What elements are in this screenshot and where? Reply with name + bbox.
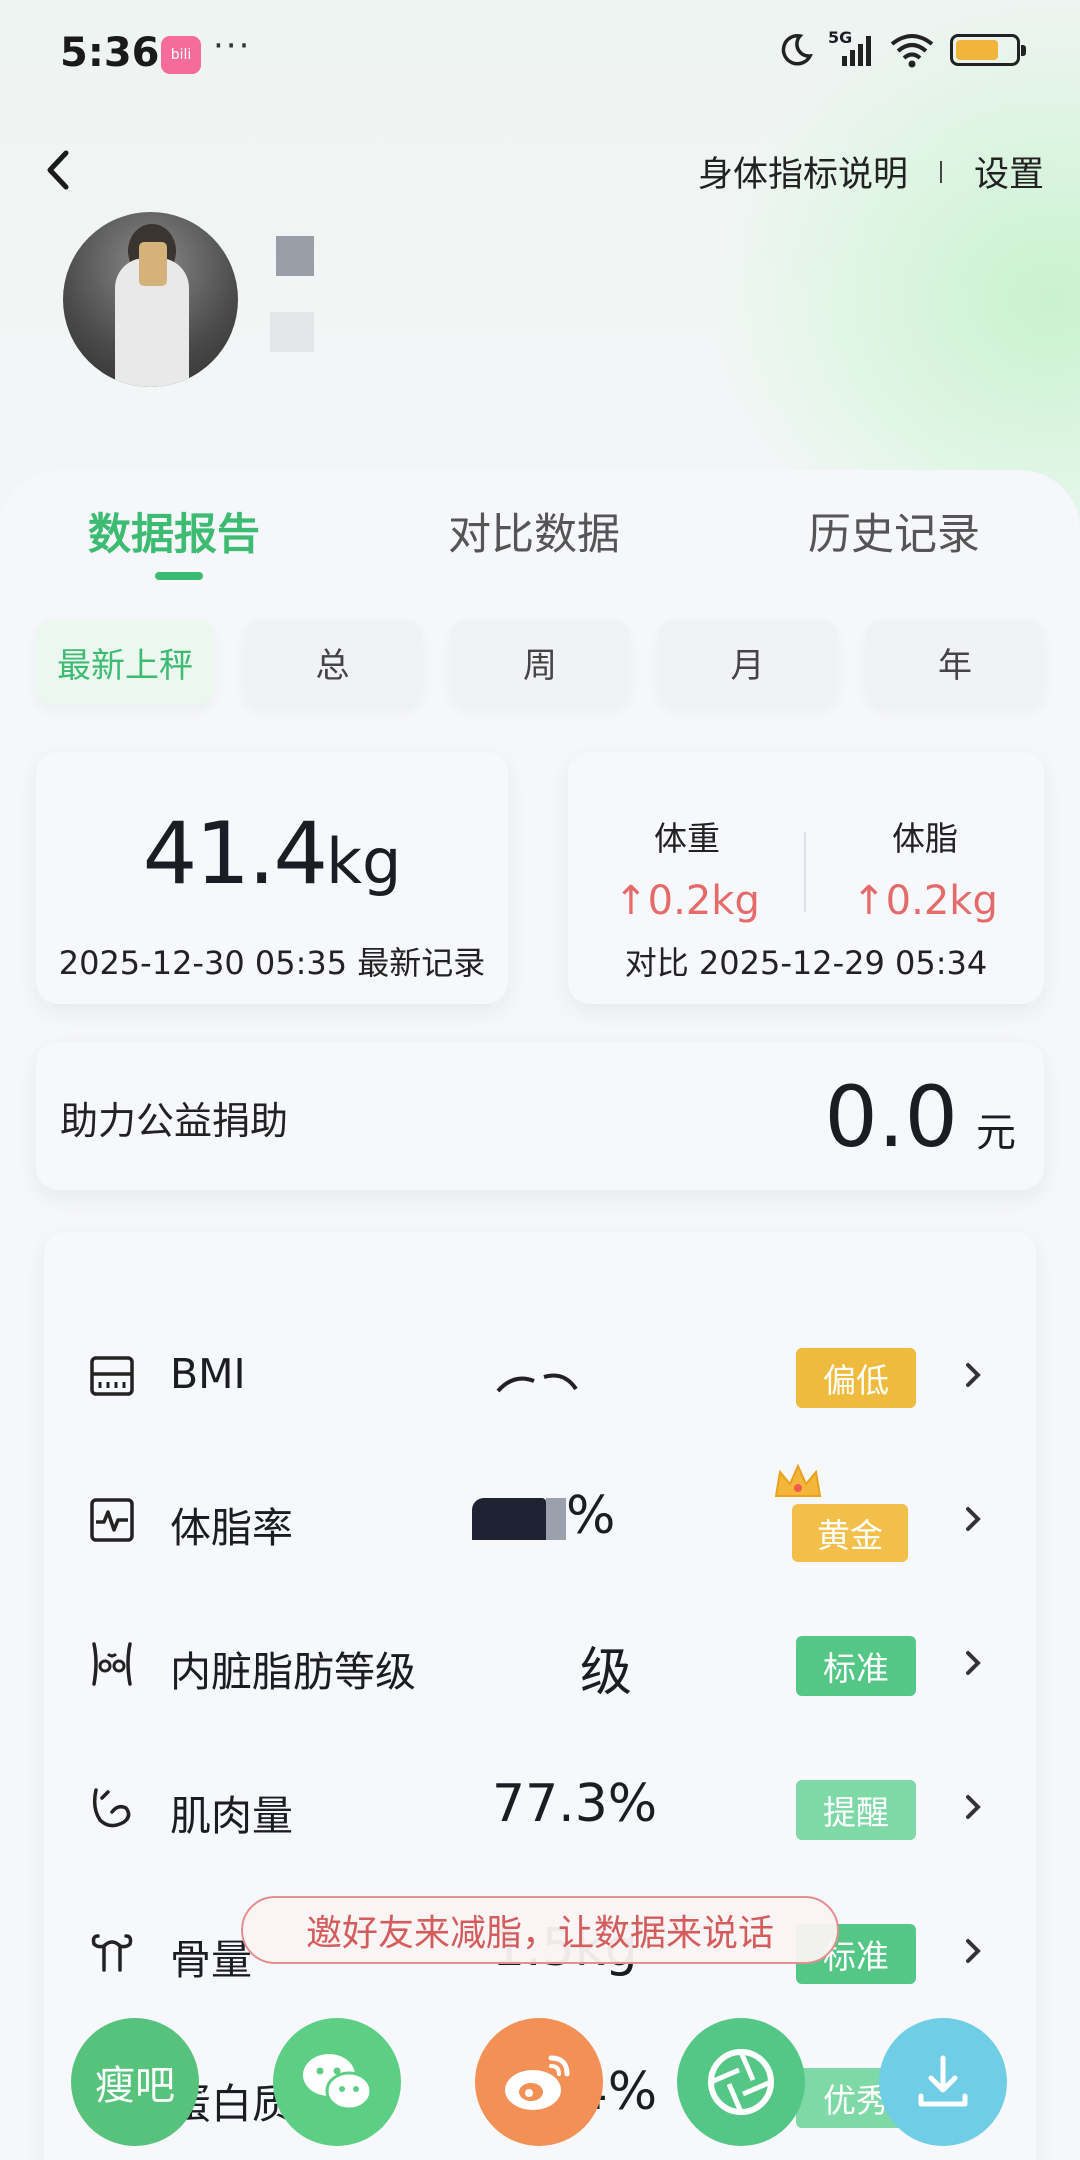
metric-row-body-fat[interactable]: 体脂率 % 黄金 xyxy=(44,1446,1036,1590)
compare-date: 对比 2025-12-29 05:34 xyxy=(624,944,988,982)
metric-row-visceral-fat[interactable]: 内脏脂肪等级 级 标准 xyxy=(44,1590,1036,1734)
metric-value-redacted xyxy=(494,1352,584,1412)
battery-icon xyxy=(950,34,1026,66)
share-shouba-button[interactable]: 瘦吧 xyxy=(71,2018,199,2146)
metric-value: 77.3% xyxy=(492,1774,658,1834)
metric-value: % xyxy=(472,1486,615,1546)
status-badge: 偏低 xyxy=(796,1348,916,1408)
weight-change-value: ↑0.2kg xyxy=(614,878,760,924)
weibo-icon xyxy=(505,2055,570,2110)
bone-icon xyxy=(91,1934,133,1972)
donation-card[interactable]: 助力公益捐助 0.0 元 xyxy=(36,1042,1044,1190)
shouba-logo: 瘦吧 xyxy=(95,2063,175,2109)
download-button[interactable] xyxy=(879,2018,1007,2146)
latest-weight-card[interactable]: 41.4kg 2025-12-30 05:35 最新记录 xyxy=(36,752,508,1004)
chevron-right-icon xyxy=(966,1939,981,1963)
tab-indicator xyxy=(155,572,203,580)
wifi-icon xyxy=(890,34,934,68)
wechat-icon xyxy=(303,2054,373,2111)
signal-icon: 5G xyxy=(828,28,874,68)
status-bar: 5:36 bili ··· 5G xyxy=(0,0,1080,110)
chevron-right-icon xyxy=(966,1507,981,1531)
period-latest[interactable]: 最新上秤 xyxy=(36,620,214,704)
chevron-right-icon xyxy=(966,1795,981,1819)
divider xyxy=(939,160,942,183)
metric-value: 级 xyxy=(580,1643,633,1703)
period-week[interactable]: 周 xyxy=(451,620,629,704)
compare-card[interactable]: 体重 ↑0.2kg 体脂 ↑0.2kg 对比 2025-12-29 05:34 xyxy=(568,752,1044,1004)
share-moments-button[interactable] xyxy=(677,2018,805,2146)
avatar[interactable] xyxy=(63,212,238,387)
period-total[interactable]: 总 xyxy=(243,620,422,704)
share-bar: 瘦吧 xyxy=(0,2018,1080,2148)
metric-row-muscle[interactable]: 肌肉量 77.3% 提醒 xyxy=(44,1734,1036,1878)
donation-unit: 元 xyxy=(976,1110,1016,1156)
scale-icon xyxy=(90,1356,134,1396)
status-badge: 标准 xyxy=(796,1636,916,1696)
share-wechat-button[interactable] xyxy=(273,2018,401,2146)
metric-name: 肌肉量 xyxy=(170,1792,293,1840)
weight-value: 41.4 xyxy=(142,804,328,904)
donation-value: 0.0 xyxy=(824,1068,958,1166)
back-button[interactable] xyxy=(38,145,78,195)
fat-change-value: ↑0.2kg xyxy=(852,878,998,924)
body-metrics-help-link[interactable]: 身体指标说明 xyxy=(698,146,908,197)
heart-rate-icon xyxy=(90,1498,134,1542)
metric-name: BMI xyxy=(170,1350,246,1398)
chevron-right-icon xyxy=(966,1651,981,1675)
invite-friends-banner[interactable]: 邀好友来减脂，让数据来说话 xyxy=(241,1896,839,1964)
redacted-block xyxy=(546,1498,566,1540)
weight-change-label: 体重 xyxy=(654,819,720,858)
period-month[interactable]: 月 xyxy=(658,620,837,704)
moon-icon xyxy=(781,34,813,66)
chevron-left-icon xyxy=(47,150,69,190)
share-weibo-button[interactable] xyxy=(475,2018,603,2146)
user-info-redacted xyxy=(270,312,314,352)
metric-name: 内脏脂肪等级 xyxy=(170,1648,416,1696)
header-links: 身体指标说明 设置 xyxy=(698,146,1044,197)
crown-icon xyxy=(774,1463,822,1497)
muscle-arm-icon xyxy=(92,1788,131,1828)
donation-label: 助力公益捐助 xyxy=(60,1099,289,1143)
redacted-block xyxy=(472,1498,546,1540)
period-year[interactable]: 年 xyxy=(866,620,1044,704)
metric-name: 骨量 xyxy=(170,1936,252,1984)
settings-link[interactable]: 设置 xyxy=(974,146,1044,197)
chevron-right-icon xyxy=(966,1363,981,1387)
fat-change-label: 体脂 xyxy=(892,819,958,858)
username-redacted xyxy=(276,236,314,276)
metric-row-bmi[interactable]: BMI 偏低 xyxy=(44,1302,1036,1446)
tab-history[interactable]: 历史记录 xyxy=(808,500,980,562)
latest-record-date: 2025-12-30 05:35 最新记录 xyxy=(58,944,486,982)
tab-data-report[interactable]: 数据报告 xyxy=(88,500,260,562)
download-icon xyxy=(918,2055,968,2107)
status-badge: 提醒 xyxy=(796,1780,916,1840)
metric-unit: % xyxy=(566,1486,616,1546)
weight-unit: kg xyxy=(326,825,402,898)
status-badge: 黄金 xyxy=(792,1504,908,1562)
body-torso-icon xyxy=(92,1642,132,1686)
more-notifications-icon: ··· xyxy=(213,26,252,66)
status-time: 5:36 xyxy=(60,30,160,76)
camera-aperture-icon xyxy=(708,2049,774,2115)
tab-compare-data[interactable]: 对比数据 xyxy=(448,500,620,562)
period-selector: 最新上秤 总 周 月 年 xyxy=(36,620,1044,704)
bilibili-icon: bili xyxy=(161,36,201,74)
status-icons: 5G xyxy=(778,28,1026,68)
metric-name: 体脂率 xyxy=(170,1504,293,1552)
